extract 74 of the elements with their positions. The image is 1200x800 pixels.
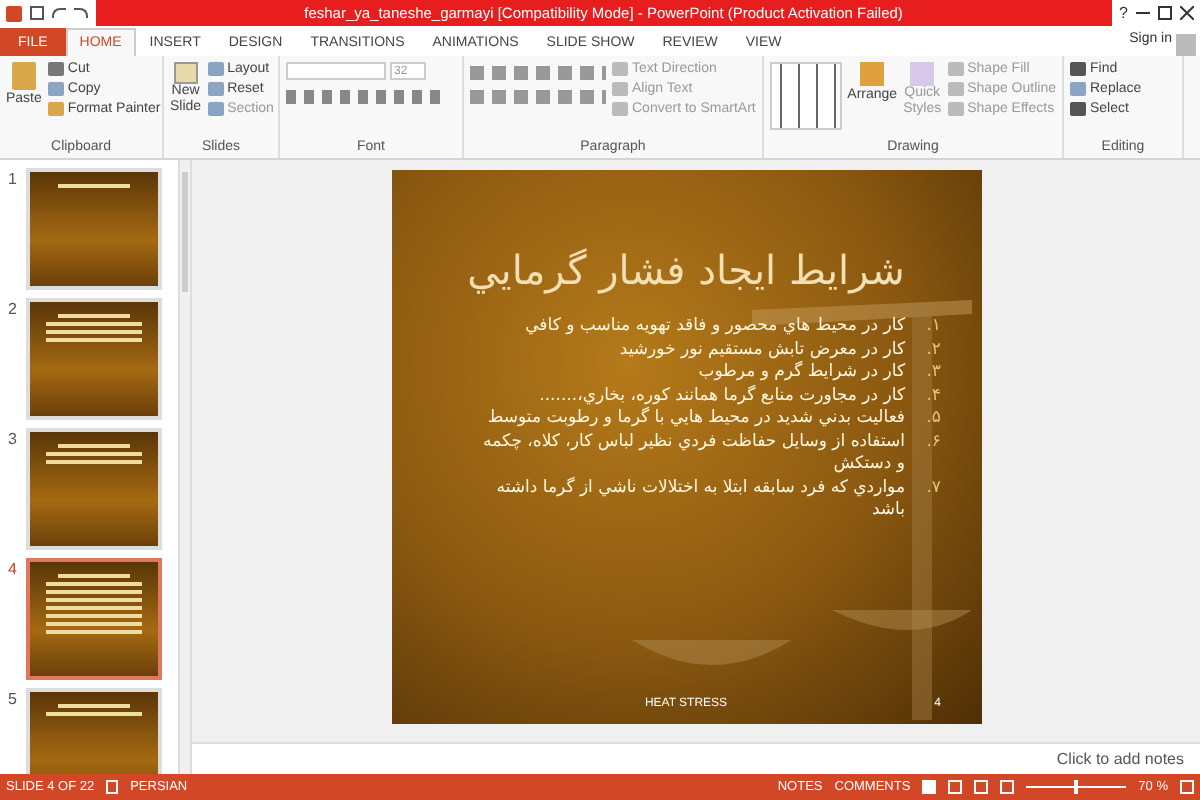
thumbnail-text-line — [46, 712, 142, 716]
shapes-gallery[interactable] — [770, 62, 842, 130]
font-format-icons[interactable] — [286, 90, 446, 104]
bullet-number: ۴. — [924, 385, 941, 408]
slide-thumbnail[interactable] — [26, 558, 162, 680]
thumbnail-text-line — [46, 322, 142, 326]
find-icon — [1070, 62, 1086, 76]
align-text-icon — [612, 82, 628, 96]
help-button[interactable]: ? — [1119, 1, 1128, 25]
thumbnail-text-line — [46, 598, 142, 602]
replace-icon — [1070, 82, 1086, 96]
thumbnail-text-line — [58, 574, 130, 578]
bullet-number: ۲. — [924, 339, 941, 362]
thumbnail-text-line — [46, 630, 142, 634]
copy-icon — [47, 82, 64, 96]
bullet-number: ۶. — [924, 431, 941, 455]
format-painter-icon — [47, 102, 64, 116]
convert-to-smartart-icon — [612, 102, 628, 116]
bullet-number: ۱. — [924, 316, 941, 339]
thumbnail-text-line — [58, 444, 130, 448]
thumbnail-text-line — [46, 606, 142, 610]
cut-icon — [47, 62, 64, 76]
slide-title: شرايط ايجاد فشار گرمايي — [465, 246, 907, 296]
bullet-text: كار در مجاورت منابع گرما همانند كوره، بخاري،....... — [539, 385, 905, 405]
undo-icon[interactable] — [52, 8, 66, 18]
quick-styles-icon — [910, 62, 935, 86]
thumbnail-text-line — [46, 614, 142, 618]
notes-field[interactable]: Click to add notes — [192, 742, 1200, 774]
thumbnail-text-line — [46, 460, 142, 464]
thumbnail-text-line — [46, 590, 142, 594]
bullet-number: ۳. — [924, 362, 941, 385]
bullet-text: فعاليت بدني شديد در محيط هايي با گرما و رطوبت متوسط — [487, 408, 905, 431]
layout-icon — [207, 62, 224, 76]
thumbnail-text-line — [58, 314, 130, 318]
shape-outline-icon — [947, 82, 964, 96]
app-logo-icon — [6, 5, 22, 21]
thumbnail-text-line — [46, 582, 142, 586]
bullet-text: كار در شرايط گرم و مرطوب — [698, 362, 905, 385]
thumbnail-text-line — [58, 184, 130, 188]
arrange-icon — [860, 62, 885, 86]
slide-number: 5 — [8, 688, 19, 712]
clipboard-icon — [11, 62, 36, 90]
thumbnail-text-line — [46, 622, 142, 626]
bullet-text: كار در معرض تابش مستقيم نور خورشيد — [619, 339, 905, 359]
slide-number: 3 — [8, 428, 19, 452]
shape-fill-icon — [947, 62, 964, 76]
bullet-text: كار در محيط هاي محصور و فاقد تهويه مناسب و كافي — [525, 316, 905, 339]
section-icon — [207, 102, 224, 116]
thumbnail-text-line — [58, 704, 130, 708]
bullet-text: استفاده از وسايل حفاظت فردي نظير لباس كار، كلاه، چكمه و دستكش — [481, 431, 905, 477]
thumbnail-scrollbar[interactable] — [178, 160, 190, 774]
redo-icon[interactable] — [74, 8, 88, 18]
maximize-icon[interactable] — [1158, 6, 1172, 20]
slide-canvas[interactable] — [391, 170, 981, 724]
shape-effects-icon — [947, 102, 964, 116]
bullet-text: مواردي كه فرد سابقه ابتلا به اختلالات ناشي از گرما داشته باشد — [494, 477, 905, 523]
select-icon — [1070, 102, 1086, 116]
slide-number: 1 — [8, 168, 19, 192]
thumbnail-text-line — [46, 452, 142, 456]
font-name-field[interactable] — [286, 62, 386, 80]
close-icon[interactable] — [1180, 6, 1194, 20]
normal-view-icon[interactable] — [922, 780, 937, 794]
list-format-icons[interactable] — [470, 66, 606, 80]
thumbnail-text-line — [46, 330, 142, 334]
bullet-number: ۵. — [924, 408, 941, 431]
reset-icon — [207, 82, 224, 96]
alignment-icons[interactable] — [470, 90, 606, 104]
new-slide-icon — [173, 62, 198, 84]
slide-number: 4 — [8, 558, 19, 582]
slide-number: 2 — [8, 298, 19, 322]
text-direction-icon — [612, 62, 628, 76]
bullet-number: ۷. — [924, 477, 941, 501]
thumbnail-text-line — [46, 338, 142, 342]
zoom-thumb[interactable] — [1074, 780, 1079, 794]
